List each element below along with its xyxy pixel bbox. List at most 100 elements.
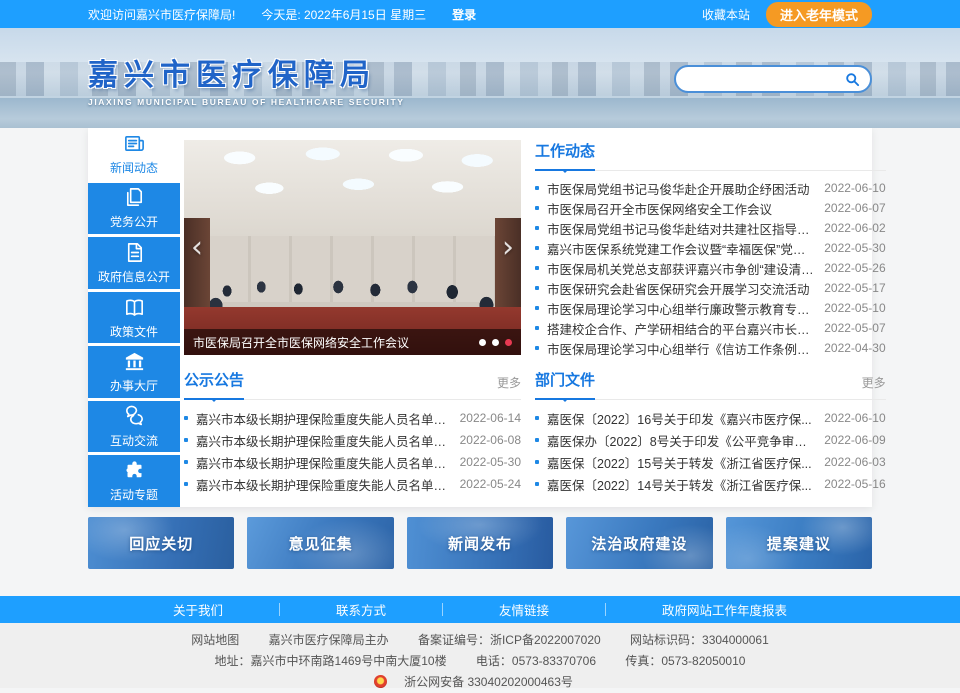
list-item: 市医保局党组书记马俊华赴结对共建社区指导全国文... 2022-06-02	[535, 218, 886, 238]
news-link[interactable]: 市医保局理论学习中心组举行《信访工作条例》专题...	[547, 339, 814, 358]
quick-banner-link[interactable]: 新闻发布	[407, 517, 553, 569]
news-link[interactable]: 嘉医保〔2022〕14号关于转发《浙江省医疗保...	[547, 475, 814, 494]
sidebar-item-activities[interactable]: 活动专题	[88, 455, 180, 507]
quick-banner-label: 提案建议	[767, 533, 831, 554]
news-date: 2022-06-14	[460, 411, 521, 425]
bullet-icon	[535, 326, 539, 330]
carousel-next-icon[interactable]: ›	[502, 233, 514, 263]
footer-link-annual-report[interactable]: 政府网站工作年度报表	[606, 600, 843, 619]
bank-icon	[123, 350, 146, 373]
quick-banner-row: 回应关切 意见征集 新闻发布 法治政府建设 提案建议	[88, 517, 872, 569]
sitemap-link[interactable]: 网站地图	[191, 633, 239, 647]
news-link[interactable]: 市医保研究会赴省医保研究会开展学习交流活动	[547, 279, 814, 298]
footer-phone: 电话：0573-83370706	[476, 654, 596, 668]
left-column: ‹ › 市医保局召开全市医保网络安全工作会议 公示公告 更多	[184, 140, 521, 495]
footer-link-contact[interactable]: 联系方式	[280, 600, 442, 619]
list-item: 市医保局机关党总支部获评嘉兴市争创“建设清廉机... 2022-05-26	[535, 258, 886, 278]
work-news-list: 市医保局党组书记马俊华赴企开展助企纾困活动 2022-06-10 市医保局召开全…	[535, 178, 886, 358]
news-date: 2022-05-10	[824, 301, 885, 315]
bullet-icon	[535, 416, 539, 420]
sidebar-item-label: 政策文件	[110, 323, 158, 340]
list-item: 市医保局党组书记马俊华赴企开展助企纾困活动 2022-06-10	[535, 178, 886, 198]
footer-address: 地址：嘉兴市中环南路1469号中南大厦10楼	[215, 654, 447, 668]
work-news-section: 工作动态 市医保局党组书记马俊华赴企开展助企纾困活动 2022-06-10 市医	[535, 140, 886, 355]
site-title: 嘉兴市医疗保障局	[88, 50, 405, 94]
search-input[interactable]	[686, 72, 845, 86]
news-date: 2022-05-26	[824, 261, 885, 275]
carousel-dot[interactable]	[479, 339, 486, 346]
carousel-dots	[479, 339, 512, 346]
carousel-dot[interactable]	[492, 339, 499, 346]
quick-banner-link[interactable]: 回应关切	[88, 517, 234, 569]
quick-banner-link[interactable]: 意见征集	[247, 517, 393, 569]
footer-info: 网站地图 嘉兴市医疗保障局主办 备案证编号：浙ICP备2022007020 网站…	[0, 623, 960, 688]
bullet-icon	[535, 438, 539, 442]
footer-fax: 传真：0573-82050010	[625, 654, 745, 668]
login-link[interactable]: 登录	[452, 6, 476, 23]
pages-icon	[123, 186, 146, 209]
footer-nav: 关于我们 联系方式 友情链接 政府网站工作年度报表	[0, 596, 960, 623]
sidebar-item-news[interactable]: 新闻动态	[88, 128, 180, 180]
quick-banner-label: 法治政府建设	[591, 533, 687, 554]
list-item: 嘉医保办〔2022〕8号关于印发《公平竞争审查... 2022-06-09	[535, 429, 886, 451]
topbar: 欢迎访问嘉兴市医疗保障局! 今天是: 2022年6月15日 星期三 登录 收藏本…	[0, 0, 960, 28]
bullet-icon	[535, 226, 539, 230]
quick-banner-label: 意见征集	[289, 533, 353, 554]
quick-banner-link[interactable]: 法治政府建设	[566, 517, 712, 569]
list-item: 嘉医保〔2022〕15号关于转发《浙江省医疗保... 2022-06-03	[535, 451, 886, 473]
news-link[interactable]: 搭建校企合作、产学研相结合的平台嘉兴市长期护理...	[547, 319, 814, 338]
news-link[interactable]: 市医保局理论学习中心组举行廉政警示教育专题学习...	[547, 299, 814, 318]
news-link[interactable]: 嘉兴市本级长期护理保险重度失能人员名单公示 (2...	[196, 431, 450, 450]
news-link[interactable]: 嘉兴市本级长期护理保险重度失能人员名单公示 (2...	[196, 409, 450, 428]
news-date: 2022-06-08	[460, 433, 521, 447]
content-area: ‹ › 市医保局召开全市医保网络安全工作会议 公示公告 更多	[180, 128, 889, 507]
sidebar-item-label: 新闻动态	[110, 159, 158, 176]
dept-files-section: 部门文件 更多 嘉医保〔2022〕16号关于印发《嘉兴市医疗保... 2022-…	[535, 369, 886, 495]
carousel-prev-icon[interactable]: ‹	[191, 233, 203, 263]
list-item: 嘉医保〔2022〕16号关于印发《嘉兴市医疗保... 2022-06-10	[535, 407, 886, 429]
news-link[interactable]: 市医保局党组书记马俊华赴结对共建社区指导全国文...	[547, 219, 814, 238]
list-item: 市医保局召开全市医保网络安全工作会议 2022-06-07	[535, 198, 886, 218]
bullet-icon	[184, 460, 188, 464]
sidebar-item-policy-files[interactable]: 政策文件	[88, 292, 180, 344]
bullet-icon	[184, 416, 188, 420]
news-link[interactable]: 市医保局机关党总支部获评嘉兴市争创“建设清廉机...	[547, 259, 814, 278]
carousel-dot[interactable]	[505, 339, 512, 346]
footer-host: 嘉兴市医疗保障局主办	[269, 633, 389, 647]
notices-more-link[interactable]: 更多	[497, 374, 521, 399]
news-link[interactable]: 嘉医保〔2022〕15号关于转发《浙江省医疗保...	[547, 453, 814, 472]
sidebar-item-service-hall[interactable]: 办事大厅	[88, 346, 180, 398]
news-link[interactable]: 嘉医保〔2022〕16号关于印发《嘉兴市医疗保...	[547, 409, 814, 428]
document-icon	[123, 241, 146, 264]
welcome-text: 欢迎访问嘉兴市医疗保障局!	[88, 6, 235, 23]
news-link[interactable]: 市医保局召开全市医保网络安全工作会议	[547, 199, 814, 218]
footer-link-about[interactable]: 关于我们	[117, 600, 279, 619]
chat-icon	[123, 405, 146, 428]
footer-security-text: 浙公网安备 33040202000463号	[404, 675, 573, 689]
sidebar-item-interaction[interactable]: 互动交流	[88, 401, 180, 453]
favorite-link[interactable]: 收藏本站	[702, 6, 750, 23]
carousel-caption-bar: 市医保局召开全市医保网络安全工作会议	[184, 329, 521, 355]
carousel-caption[interactable]: 市医保局召开全市医保网络安全工作会议	[193, 334, 471, 351]
sidebar-item-party-affairs[interactable]: 党务公开	[88, 183, 180, 235]
quick-banner-link[interactable]: 提案建议	[726, 517, 872, 569]
today-date: 今天是: 2022年6月15日 星期三	[261, 6, 426, 23]
bullet-icon	[184, 438, 188, 442]
news-date: 2022-05-30	[460, 455, 521, 469]
news-link[interactable]: 嘉医保办〔2022〕8号关于印发《公平竞争审查...	[547, 431, 814, 450]
news-link[interactable]: 嘉兴市医保系统党建工作会议暨“幸福医保”党建联...	[547, 239, 814, 258]
sidebar-item-label: 办事大厅	[110, 377, 158, 394]
news-link[interactable]: 嘉兴市本级长期护理保险重度失能人员名单公示 (2...	[196, 475, 450, 494]
search-button[interactable]	[845, 72, 860, 87]
news-date: 2022-06-10	[824, 411, 885, 425]
news-link[interactable]: 市医保局党组书记马俊华赴企开展助企纾困活动	[547, 179, 814, 198]
elder-mode-button[interactable]: 进入老年模式	[766, 2, 872, 27]
quick-banner-label: 回应关切	[129, 533, 193, 554]
footer-link-friendly-links[interactable]: 友情链接	[443, 600, 605, 619]
news-link[interactable]: 嘉兴市本级长期护理保险重度失能人员名单公示 (2...	[196, 453, 450, 472]
public-security-badge-icon	[374, 675, 387, 688]
dept-files-more-link[interactable]: 更多	[862, 374, 886, 399]
news-date: 2022-05-17	[824, 281, 885, 295]
newspaper-icon	[123, 132, 146, 155]
sidebar-item-gov-info[interactable]: 政府信息公开	[88, 237, 180, 289]
